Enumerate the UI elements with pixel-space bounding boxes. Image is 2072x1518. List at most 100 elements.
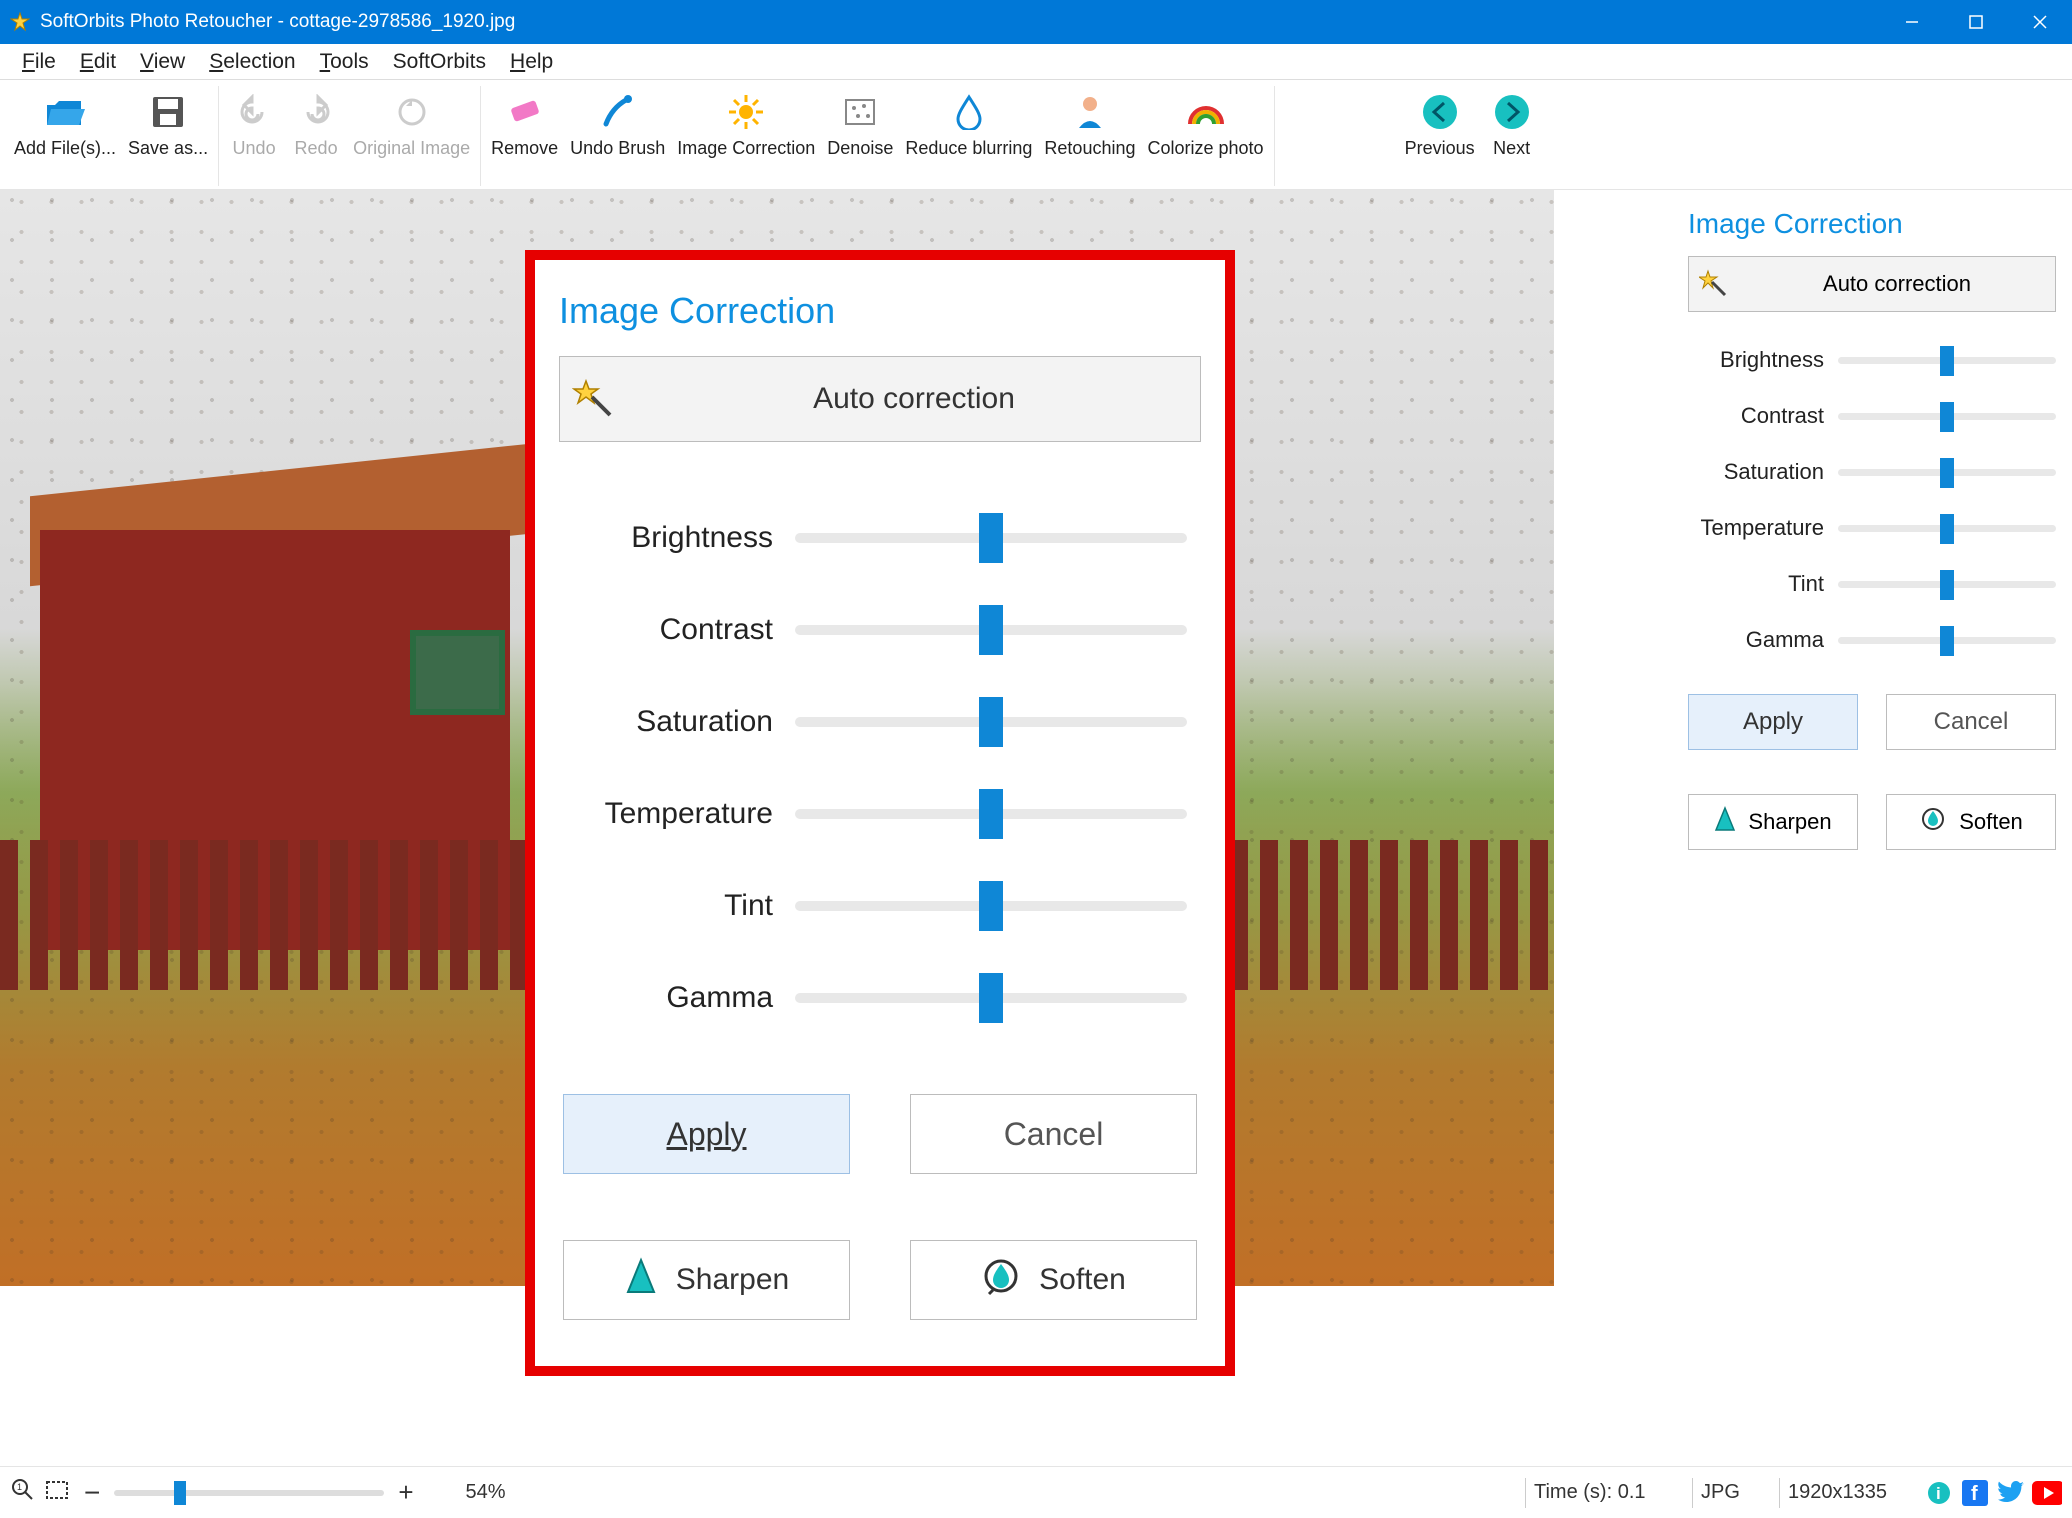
panel-temperature-slider[interactable] (1838, 525, 2056, 532)
window-title: SoftOrbits Photo Retoucher - cottage-297… (40, 11, 515, 33)
remove-button[interactable]: Remove (485, 86, 564, 186)
previous-button[interactable]: Previous (1399, 86, 1481, 186)
image-correction-dialog: Image Correction Auto correction Brightn… (525, 250, 1235, 1376)
gamma-slider[interactable] (795, 993, 1187, 1003)
auto-correction-button[interactable]: Auto correction (559, 356, 1201, 442)
info-icon[interactable]: i (1924, 1478, 1954, 1508)
close-button[interactable] (2008, 0, 2072, 44)
image-correction-button[interactable]: Image Correction (671, 86, 821, 186)
panel-auto-correction-button[interactable]: Auto correction (1688, 256, 2056, 312)
soften-icon (1919, 805, 1947, 839)
sharpen-icon (1714, 806, 1736, 838)
app-icon (8, 10, 32, 34)
denoise-icon (842, 90, 878, 134)
tint-label: Tint (535, 889, 795, 923)
zoom-out-button[interactable]: − (78, 1477, 106, 1509)
panel-temperature-label: Temperature (1688, 515, 1838, 541)
undo-button[interactable]: Undo (223, 86, 285, 186)
tint-slider[interactable] (795, 901, 1187, 911)
redo-button[interactable]: Redo (285, 86, 347, 186)
panel-cancel-button[interactable]: Cancel (1886, 694, 2056, 750)
menu-selection[interactable]: Selection (197, 46, 307, 78)
menu-help[interactable]: Help (498, 46, 565, 78)
denoise-button[interactable]: Denoise (821, 86, 899, 186)
cancel-button[interactable]: Cancel (910, 1094, 1197, 1174)
apply-button[interactable]: Apply (563, 1094, 850, 1174)
menu-view[interactable]: View (128, 46, 197, 78)
temperature-slider[interactable] (795, 809, 1187, 819)
person-icon (1074, 90, 1106, 134)
panel-apply-button[interactable]: Apply (1688, 694, 1858, 750)
menu-file[interactable]: File (10, 46, 68, 78)
menu-softorbits[interactable]: SoftOrbits (381, 46, 498, 78)
saturation-label: Saturation (535, 705, 795, 739)
status-format: JPG (1701, 1481, 1771, 1504)
soften-button[interactable]: Soften (910, 1240, 1197, 1320)
retouching-button[interactable]: Retouching (1038, 86, 1141, 186)
undo-brush-button[interactable]: Undo Brush (564, 86, 671, 186)
panel-sliders: Brightness Contrast Saturation Temperatu… (1688, 332, 2056, 668)
zoom-fit-icon[interactable] (44, 1477, 70, 1509)
minimize-button[interactable] (1880, 0, 1944, 44)
zoom-value: 54% (466, 1481, 506, 1504)
wand-icon (1689, 269, 1739, 299)
sharpen-icon (624, 1256, 658, 1304)
zoom-in-button[interactable]: + (392, 1477, 419, 1508)
reduce-blurring-button[interactable]: Reduce blurring (899, 86, 1038, 186)
arrow-left-icon (1421, 90, 1459, 134)
wand-icon (560, 377, 628, 421)
zoom-actual-icon[interactable]: 1 (10, 1477, 36, 1509)
panel-gamma-slider[interactable] (1838, 637, 2056, 644)
side-panel: Image Correction Auto correction Brightn… (1672, 190, 2072, 1466)
original-image-button[interactable]: Original Image (347, 86, 476, 186)
sun-icon (727, 90, 765, 134)
panel-contrast-label: Contrast (1688, 403, 1838, 429)
status-dimensions: 1920x1335 (1788, 1481, 1918, 1504)
panel-tint-label: Tint (1688, 571, 1838, 597)
toolbar: Add File(s)... Save as... Undo Redo Orig… (0, 80, 2072, 190)
status-time: Time (s): 0.1 (1534, 1481, 1684, 1504)
facebook-icon[interactable]: f (1960, 1478, 1990, 1508)
next-button[interactable]: Next (1481, 86, 1543, 186)
menu-edit[interactable]: Edit (68, 46, 128, 78)
temperature-label: Temperature (535, 797, 795, 831)
colorize-button[interactable]: Colorize photo (1142, 86, 1270, 186)
saturation-slider[interactable] (795, 717, 1187, 727)
drop-icon (954, 90, 984, 134)
statusbar: 1 − + 54% Time (s): 0.1 JPG 1920x1335 i … (0, 1466, 2072, 1518)
brush-icon (600, 90, 636, 134)
menu-tools[interactable]: Tools (308, 46, 381, 78)
image-canvas[interactable]: Image Correction Auto correction Brightn… (0, 190, 1672, 1466)
arrow-right-icon (1493, 90, 1531, 134)
contrast-slider[interactable] (795, 625, 1187, 635)
revert-icon (394, 90, 430, 134)
rainbow-icon (1186, 90, 1226, 134)
panel-sharpen-button[interactable]: Sharpen (1688, 794, 1858, 850)
zoom-slider[interactable] (114, 1490, 384, 1496)
save-icon (150, 90, 186, 134)
panel-saturation-label: Saturation (1688, 459, 1838, 485)
dialog-sliders: Brightness Contrast Saturation Temperatu… (535, 468, 1225, 1044)
panel-soften-button[interactable]: Soften (1886, 794, 2056, 850)
main-area: Image Correction Auto correction Brightn… (0, 190, 2072, 1466)
maximize-button[interactable] (1944, 0, 2008, 44)
sharpen-button[interactable]: Sharpen (563, 1240, 850, 1320)
panel-title: Image Correction (1688, 208, 2056, 240)
dialog-title: Image Correction (535, 260, 1225, 356)
youtube-icon[interactable] (2032, 1478, 2062, 1508)
panel-contrast-slider[interactable] (1838, 413, 2056, 420)
twitter-icon[interactable] (1996, 1478, 2026, 1508)
menubar: File Edit View Selection Tools SoftOrbit… (0, 44, 2072, 80)
add-files-button[interactable]: Add File(s)... (8, 86, 122, 186)
redo-icon (298, 90, 334, 134)
panel-saturation-slider[interactable] (1838, 469, 2056, 476)
panel-brightness-label: Brightness (1688, 347, 1838, 373)
brightness-slider[interactable] (795, 533, 1187, 543)
brightness-label: Brightness (535, 521, 795, 555)
panel-tint-slider[interactable] (1838, 581, 2056, 588)
save-as-button[interactable]: Save as... (122, 86, 214, 186)
panel-brightness-slider[interactable] (1838, 357, 2056, 364)
soften-icon (981, 1256, 1021, 1304)
svg-text:f: f (1971, 1483, 1978, 1505)
folder-open-icon (45, 90, 85, 134)
